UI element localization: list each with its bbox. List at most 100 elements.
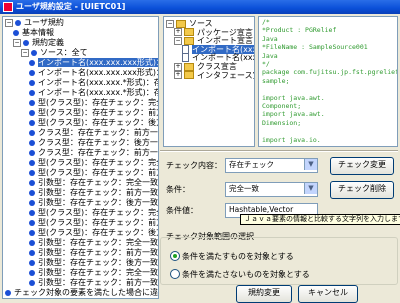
blue-icon [29,279,35,286]
tree-item-label: インタフェース宣言 [197,70,254,80]
tree-item[interactable]: 型(クラス型)：存在チェック：後方一 [29,118,159,128]
expand-icon[interactable]: + [174,28,182,37]
tree-item[interactable]: 型(クラス型)：存在チェック：完全一 [29,98,159,108]
tree-item-label: クラス型：存在チェック：前方一致 [38,148,159,157]
tree-item[interactable]: 型(クラス型)：存在チェック：後方一 [29,228,158,238]
tree-item-label: クラス型：存在チェック：前方一致 [38,128,159,137]
title-bar: ユーザ規約設定 - [UIETC01] [0,0,400,14]
radio-satisfy-label[interactable]: 条件を満たすものを対象とする [182,251,294,262]
chevron-down-icon[interactable]: ▼ [304,159,317,170]
blue-icon [13,29,19,36]
radio-not-satisfy[interactable] [170,269,180,279]
tree-item-label: 規約定義 [32,38,64,47]
app-icon [3,2,13,12]
radio-satisfy[interactable] [170,251,180,261]
code-line: package com.fujitsu.jp.fst.pgrelief.java… [262,68,397,77]
collapse-icon[interactable]: − [5,18,13,27]
folder-icon [184,28,194,37]
source-code-view[interactable]: /* *Product : PGRelief Java *FileName : … [258,16,398,147]
tree-item[interactable]: + インタフェース宣言 [174,70,254,81]
blue-icon [29,89,35,96]
tree-item[interactable]: チェック対象の要素を満たした場合に違反 [5,288,158,298]
blue-icon [29,259,35,266]
tree-item-label: 引数型：存在チェック：完全一致 [38,238,158,247]
code-line: /* [262,18,270,26]
tree-item-label: 型(クラス型)：存在チェック：完全一 [38,98,159,107]
tree-item[interactable]: 型(クラス型)：存在チェック：前方一 [29,218,159,228]
blue-icon [29,239,35,246]
blue-icon [29,109,35,116]
expand-icon[interactable]: + [174,71,182,80]
tree-item[interactable]: インポート名(xxx.xxx.xxx形式)：存在 [29,58,158,68]
tree-item[interactable]: 引数型：存在チェック：前方一致 [29,188,158,198]
tree-item-label: ユーザ規約 [24,18,64,27]
check-delete-button[interactable]: チェック削除 [330,181,394,199]
cancel-button[interactable]: キャンセル [298,285,358,303]
tree-item-label: インポート名(xxx.xxx.xxx形式)：存在 [38,58,158,67]
tree-item[interactable]: − ソース：全て [21,48,88,58]
folder-icon [184,36,194,45]
condition-value-label: 条件値： [166,206,198,215]
tree-item[interactable]: 型(クラス型)：存在チェック：完全一 [29,208,159,218]
expand-icon[interactable]: + [174,62,182,71]
code-line: sample; [262,76,290,85]
tree-item[interactable]: 型(クラス型)：存在チェック：完全一 [29,158,158,168]
tree-item-label: インポート名(xxx.xxx.*形式)：存在 [38,78,159,87]
tree-item-label: 型(クラス型)：存在チェック：後方一 [38,118,159,127]
tree-item-label: 引数型：存在チェック：完全一致 [38,268,158,277]
tree-item-label: ソース：全て [40,48,88,57]
tree-item[interactable]: − ユーザ規約 [5,18,64,28]
source-tree[interactable]: −ソース+パッケージ宣言−インポート宣言インポート名(xxx.xxx.xxx形イ… [163,16,255,147]
blue-icon [29,189,35,196]
blue-icon [23,39,29,46]
tree-item-label: インポート名(xxx.xxx.xxx形式)：存在 [38,68,158,77]
blue-icon [29,229,35,236]
check-change-button[interactable]: チェック変更 [330,157,394,175]
collapse-icon[interactable]: − [13,38,21,47]
blue-icon [29,249,35,256]
check-content-label: チェック内容： [166,161,222,170]
radio-not-satisfy-label[interactable]: 条件を満たさないものを対象とする [182,269,310,280]
collapse-icon[interactable]: − [21,48,29,57]
tree-item[interactable]: 型(クラス型)：存在チェック：前方一 [29,168,159,178]
condition-select[interactable]: 完全一致 ▼ [225,182,318,197]
tree-item-label: 型(クラス型)：存在チェック：前方一 [38,168,159,177]
tree-item-label: 型(クラス型)：存在チェック：前方一 [38,218,159,227]
folder-icon [176,19,186,28]
rule-tree[interactable]: − ユーザ規約 基本情報 − 規約定義 − ソース：全て インポート名(xxx.xxx.xxx… [2,16,159,299]
tree-item[interactable]: クラス型：存在チェック：前方一致 [29,128,159,138]
code-line: Dimension; [262,118,302,127]
folder-icon [184,62,194,71]
blue-icon [29,139,35,146]
tree-item[interactable]: インポート名(xxx.xxx.*形式)：存在 [29,78,159,88]
blue-icon [29,149,35,156]
tree-item[interactable]: 引数型：存在チェック：後方一致 [29,258,158,268]
rule-change-button[interactable]: 規約変更 [236,285,292,303]
tree-item-label: 型(クラス型)：存在チェック：完全一 [38,208,159,217]
tree-item[interactable]: 引数型：存在チェック：完全一致 [29,268,158,278]
tree-item[interactable]: 基本情報 [13,28,54,38]
tree-item[interactable]: 型(クラス型)：存在チェック：前方一 [29,108,158,118]
tree-item-label: 引数型：存在チェック：前方一致 [38,248,158,257]
check-content-select[interactable]: 存在チェック ▼ [225,158,318,173]
tree-item[interactable]: − 規約定義 [13,38,64,48]
tree-item[interactable]: 引数型：存在チェック：前方一致 [29,278,158,288]
tree-item[interactable]: クラス型：存在チェック：後方一致 [29,138,158,148]
tree-item-label: 引数型：存在チェック：後方一致 [38,198,158,207]
blue-icon [29,59,35,66]
code-line: */ [262,60,270,68]
tree-item[interactable]: インポート名(xxx.xxx.xxx形式)：存在 [29,68,158,78]
tree-item[interactable]: 引数型：存在チェック：後方一致 [29,198,158,208]
tree-item[interactable]: 引数型：存在チェック：前方一致 [29,248,158,258]
blue-icon [29,169,35,176]
code-line: *Product : PGRelief [262,26,337,35]
tree-item-label: 引数型：存在チェック：後方一致 [38,258,158,267]
chevron-down-icon[interactable]: ▼ [304,183,317,194]
collapse-icon[interactable]: − [174,36,182,45]
tree-item[interactable]: 引数型：存在チェック：完全一致 [29,178,158,188]
collapse-icon[interactable]: − [166,19,174,28]
tree-item[interactable]: インポート名(xxx.xxx.*形式)：存在 [29,88,158,98]
tree-item[interactable]: 引数型：存在チェック：完全一致 [29,238,158,248]
blue-icon [29,119,35,126]
tree-item[interactable]: クラス型：存在チェック：前方一致 [29,148,159,158]
